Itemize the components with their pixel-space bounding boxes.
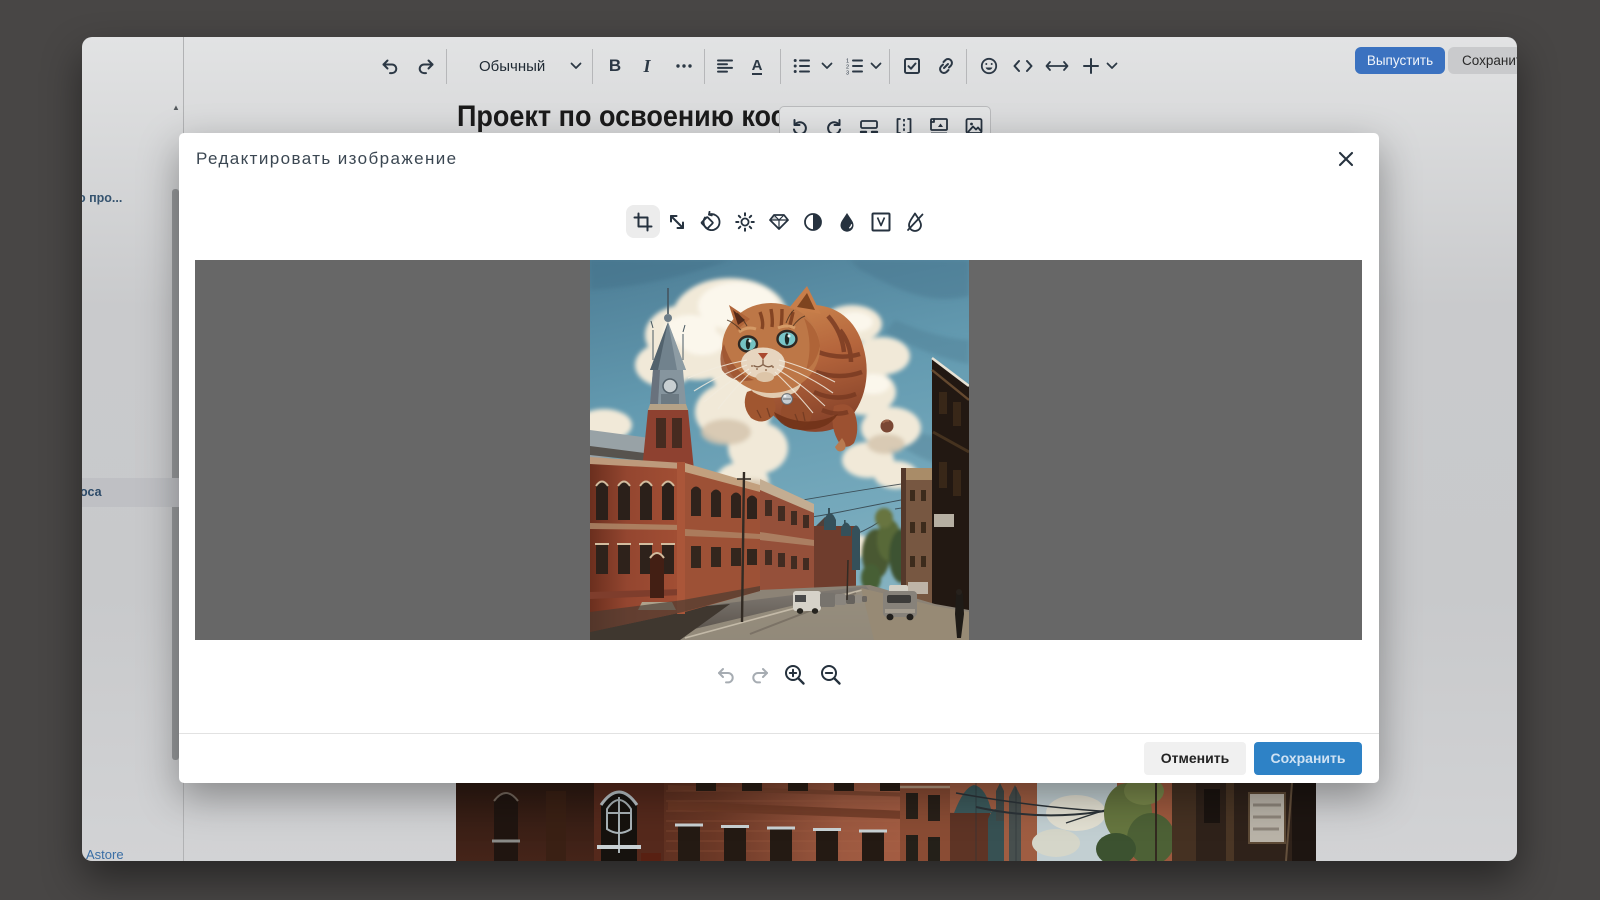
svg-text:3: 3 xyxy=(846,70,849,76)
